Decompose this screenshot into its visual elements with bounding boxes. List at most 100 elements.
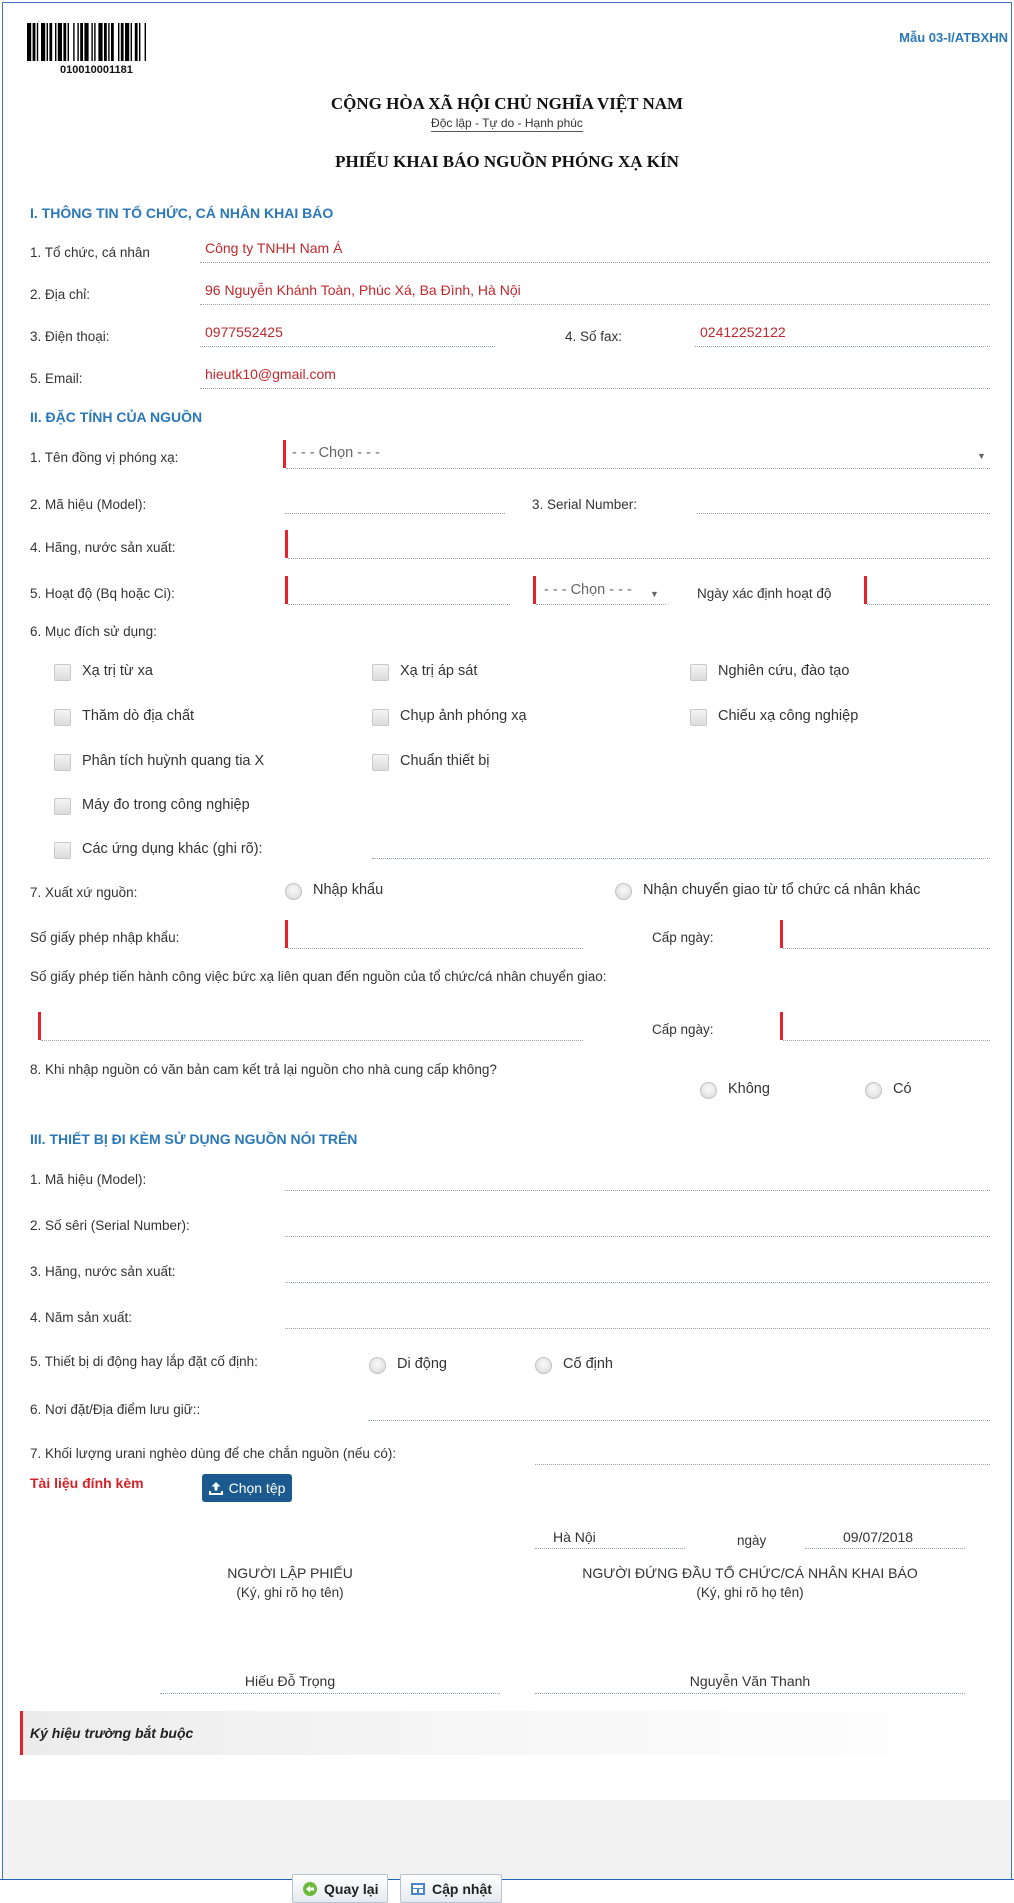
uranium-input[interactable]	[535, 1464, 990, 1465]
unit-select[interactable]: - - - Chọn - - -	[544, 582, 632, 598]
mobility-label: 5. Thiết bị di động hay lắp đặt cố định:	[30, 1354, 258, 1369]
import-issued-date-input[interactable]	[783, 948, 990, 949]
purpose-label: 6. Mục đích sử dụng:	[30, 624, 157, 639]
preparer-name[interactable]: Hiếu Đỗ Trọng	[160, 1673, 420, 1689]
activity-required-marker	[285, 576, 288, 604]
org-underline	[200, 262, 990, 263]
fax-input[interactable]: 02412252122	[700, 324, 786, 340]
purpose-checkbox-7[interactable]	[372, 754, 389, 771]
head-name[interactable]: Nguyễn Văn Thanh	[535, 1673, 965, 1689]
equip-serial-input[interactable]	[285, 1236, 990, 1237]
import-issued-date-label: Cấp ngày:	[652, 930, 714, 945]
maker-input[interactable]	[288, 558, 990, 559]
motto-text: Độc lập - Tự do - Hạnh phúc	[431, 116, 583, 132]
purpose-checkbox-8[interactable]	[54, 798, 71, 815]
motto: Độc lập - Tự do - Hạnh phúc	[0, 116, 1014, 132]
location-input[interactable]	[368, 1420, 990, 1421]
transfer-permit-input[interactable]	[41, 1040, 583, 1041]
sign-place-underline	[535, 1548, 685, 1549]
required-legend-text: Ký hiệu trường bắt buộc	[30, 1725, 194, 1741]
purpose-label-6: Phân tích huỳnh quang tia X	[82, 753, 265, 769]
fax-underline	[695, 346, 990, 347]
sign-day-label: ngày	[737, 1533, 767, 1548]
sign-date[interactable]: 09/07/2018	[843, 1529, 913, 1545]
nation-title: CỘNG HÒA XÃ HỘI CHỦ NGHĨA VIỆT NAM	[330, 94, 684, 113]
activity-date-required-marker	[864, 576, 867, 604]
preparer-note: (Ký, ghi rõ họ tên)	[236, 1585, 344, 1600]
equip-year-label: 4. Năm sản xuất:	[30, 1310, 133, 1325]
equip-maker-input[interactable]	[285, 1282, 990, 1283]
equip-maker-label: 3. Hãng, nước sản xuất:	[30, 1264, 176, 1279]
update-label: Cập nhật	[432, 1880, 492, 1897]
purpose-checkbox-0[interactable]	[54, 664, 71, 681]
equip-model-input[interactable]	[285, 1190, 990, 1191]
import-permit-input[interactable]	[288, 948, 583, 949]
section1-title: I. THÔNG TIN TỔ CHỨC, CÁ NHÂN KHAI BÁO	[30, 205, 334, 221]
update-button[interactable]: Cập nhật	[400, 1874, 502, 1903]
maker-required-marker	[285, 530, 288, 558]
head-title: NGƯỜI ĐỨNG ĐẦU TỔ CHỨC/CÁ NHÂN KHAI BÁO	[582, 1565, 918, 1581]
mobile-radio[interactable]	[369, 1357, 386, 1374]
bottom-strip	[0, 1880, 1014, 1903]
purpose-checkbox-1[interactable]	[372, 664, 389, 681]
org-input[interactable]: Công ty TNHH Nam Á	[205, 240, 342, 256]
choose-file-button[interactable]: Chọn tệp	[202, 1474, 292, 1502]
purpose-checkbox-6[interactable]	[54, 754, 71, 771]
location-label: 6. Nơi đặt/Địa điểm lưu giữ::	[30, 1402, 201, 1417]
back-arrow-icon	[303, 1881, 317, 1896]
back-label: Quay lại	[324, 1880, 379, 1897]
section3-title: III. THIẾT BỊ ĐI KÈM SỬ DỤNG NGUỒN NÓI T…	[30, 1131, 358, 1147]
address-underline	[200, 304, 990, 305]
form-title: PHIẾU KHAI BÁO NGUỒN PHÓNG XẠ KÍN	[335, 152, 679, 171]
origin-transfer-radio[interactable]	[615, 883, 632, 900]
phone-label: 3. Điện thoại:	[30, 329, 110, 344]
purpose-checkbox-3[interactable]	[54, 709, 71, 726]
purpose-checkbox-4[interactable]	[372, 709, 389, 726]
phone-underline	[200, 346, 495, 347]
maker-label: 4. Hãng, nước sản xuất:	[30, 540, 176, 555]
fixed-radio[interactable]	[535, 1357, 552, 1374]
return-yes-radio[interactable]	[865, 1082, 882, 1099]
return-no-radio[interactable]	[700, 1082, 717, 1099]
phone-input[interactable]: 0977552425	[205, 324, 283, 340]
activity-date-label: Ngày xác định hoạt độ	[697, 586, 832, 601]
activity-date-input[interactable]	[867, 604, 990, 605]
unit-required-marker	[533, 576, 536, 604]
section2-title: II. ĐẶC TÍNH CỦA NGUỒN	[30, 409, 203, 425]
purpose-checkbox-2[interactable]	[690, 664, 707, 681]
isotope-select[interactable]: - - - Chọn - - -	[292, 445, 380, 461]
email-input[interactable]: hieutk10@gmail.com	[205, 366, 336, 382]
purpose-label-0: Xạ trị từ xa	[82, 663, 153, 679]
purpose-checkbox-5[interactable]	[690, 709, 707, 726]
address-label: 2. Địa chỉ:	[30, 287, 91, 302]
unit-underline	[536, 604, 666, 605]
transfer-permit-required-marker	[38, 1012, 41, 1040]
back-button[interactable]: Quay lại	[292, 1874, 389, 1903]
transfer-issued-date-input[interactable]	[783, 1040, 990, 1041]
serial-input[interactable]	[697, 513, 990, 514]
address-input[interactable]: 96 Nguyễn Khánh Toàn, Phúc Xá, Ba Đình, …	[205, 282, 521, 298]
other-purpose-input[interactable]	[372, 858, 990, 859]
transfer-issued-date-label: Cấp ngày:	[652, 1022, 714, 1037]
origin-transfer-label: Nhận chuyển giao từ tổ chức cá nhân khác	[643, 882, 921, 898]
uranium-label: 7. Khối lượng urani nghèo dùng để che ch…	[30, 1446, 397, 1461]
unit-dropdown-icon: ▼	[650, 589, 659, 599]
upload-icon	[208, 1481, 223, 1495]
origin-import-radio[interactable]	[285, 883, 302, 900]
isotope-required-marker	[283, 440, 286, 468]
model-input[interactable]	[285, 513, 505, 514]
purpose-label-7: Chuẩn thiết bị	[400, 753, 490, 769]
activity-input[interactable]	[288, 604, 510, 605]
purpose-label-3: Thăm dò địa chất	[82, 708, 195, 724]
barcode	[27, 23, 212, 64]
head-name-underline	[535, 1693, 965, 1694]
return-no-label: Không	[728, 1081, 770, 1097]
purpose-label-8: Máy đo trong công nghiệp	[82, 797, 250, 813]
isotope-dropdown-icon: ▼	[977, 451, 986, 461]
equip-year-input[interactable]	[285, 1328, 990, 1329]
equip-serial-label: 2. Số sêri (Serial Number):	[30, 1218, 190, 1233]
sign-place[interactable]: Hà Nội	[553, 1529, 596, 1545]
purpose-checkbox-9[interactable]	[54, 842, 71, 859]
email-label: 5. Email:	[30, 371, 83, 386]
head-note: (Ký, ghi rõ họ tên)	[696, 1585, 804, 1600]
